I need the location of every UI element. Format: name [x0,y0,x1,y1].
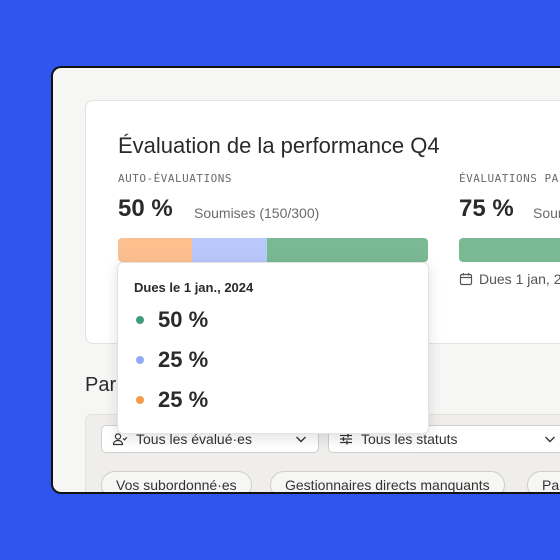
section-title: Par [85,374,117,396]
legend-dot-green [136,316,144,324]
sliders-icon [339,432,353,446]
chip-subordinates[interactable]: Vos subordonné·es [101,471,252,492]
card-title: Évaluation de la performance Q4 [118,133,440,158]
chevron-down-icon [543,432,557,446]
bar-segment-green[interactable] [459,238,560,262]
tooltip-row-blue: 25 % [136,347,208,373]
tooltip-title: Dues le 1 jan., 2024 [134,280,254,295]
legend-dot-blue [136,356,144,364]
bar-segment-blue[interactable] [192,238,267,262]
calendar-icon [459,272,473,286]
peer-eval-submitted: Soum [533,205,560,221]
legend-dot-orange [136,396,144,404]
tooltip-value: 50 % [158,307,209,332]
self-eval-progress-bar[interactable] [118,238,428,262]
bar-segment-orange[interactable] [118,238,193,262]
chevron-down-icon [294,432,308,446]
tooltip-value: 25 % [158,387,209,412]
tooltip-row-orange: 25 % [136,387,208,413]
chip-third[interactable]: Pa [527,471,560,492]
peer-eval-eyebrow: ÉVALUATIONS PA [459,172,559,185]
tooltip-row-green: 50 % [136,307,208,333]
bar-tooltip: Dues le 1 jan., 2024 50 % 25 % 25 % [117,262,429,434]
people-icon [112,432,128,446]
peer-eval-due: Dues 1 jan, 2 [459,271,560,287]
app-window: Évaluation de la performance Q4 AUTO-ÉVA… [51,66,560,494]
self-eval-percent: 50 % [118,195,173,222]
peer-eval-due-text: Dues 1 jan, 2 [479,271,560,287]
bar-segment-green[interactable] [266,238,428,262]
chip-missing-managers[interactable]: Gestionnaires directs manquants [270,471,505,492]
peer-eval-progress-bar[interactable] [459,238,560,262]
self-eval-eyebrow: AUTO-ÉVALUATIONS [118,172,232,185]
tooltip-value: 25 % [158,347,209,372]
self-eval-submitted: Soumises (150/300) [194,205,320,221]
peer-eval-percent: 75 % [459,195,514,222]
